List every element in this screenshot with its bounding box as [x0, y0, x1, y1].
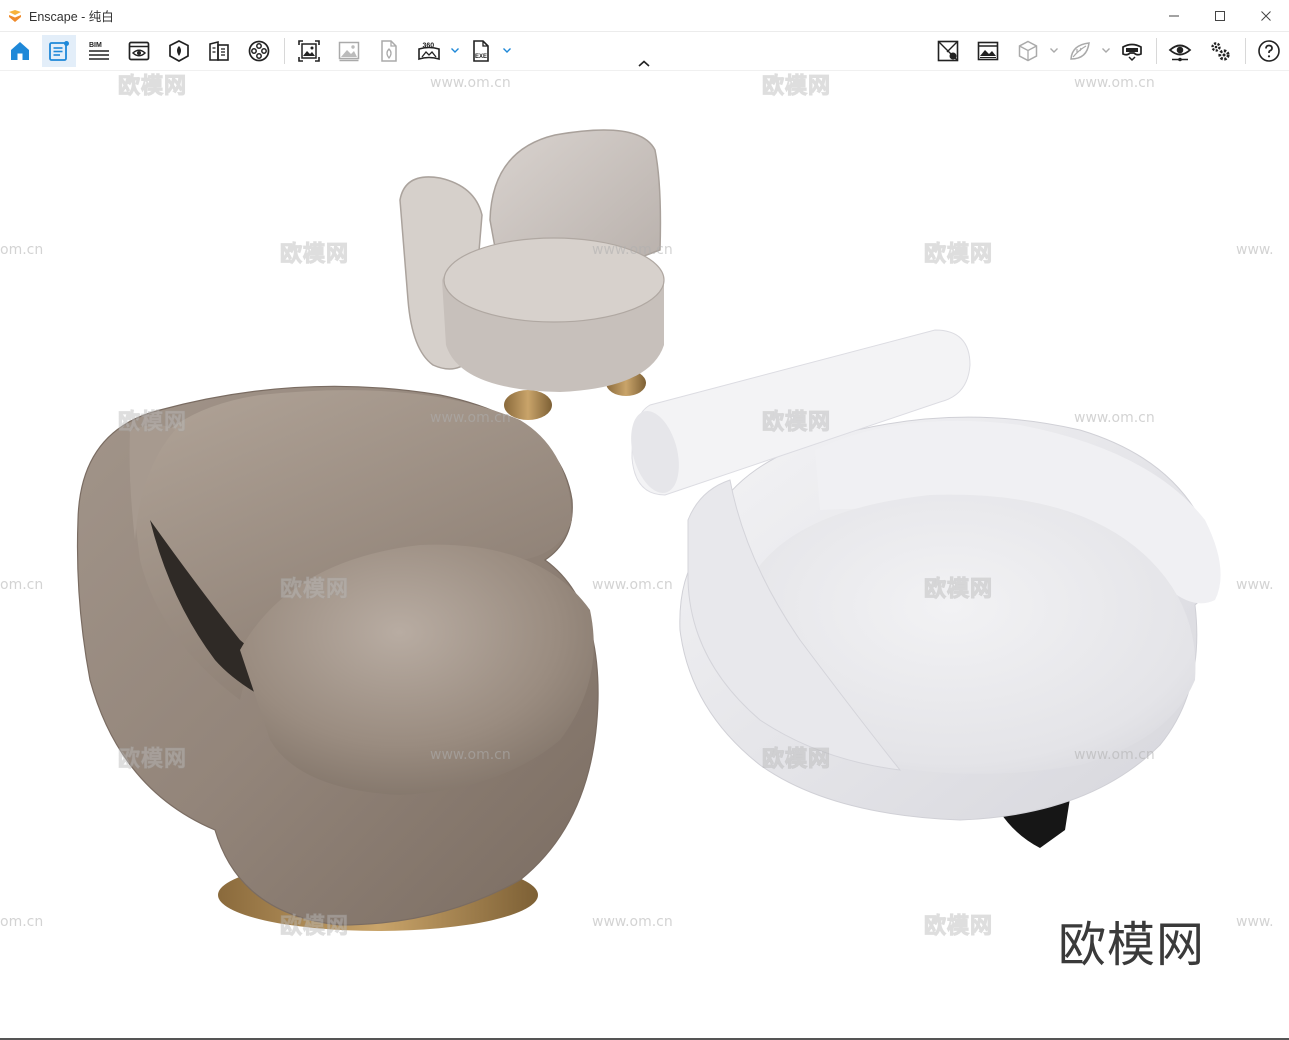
- leaf-dropdown-icon[interactable]: [1101, 45, 1111, 55]
- help-button[interactable]: [1252, 35, 1286, 67]
- watermark-text: 欧模网: [761, 410, 832, 436]
- collapse-toolbar-icon[interactable]: [636, 58, 652, 70]
- atmosphere-icon: [977, 41, 999, 61]
- project-panel-icon: [49, 41, 69, 61]
- cube-icon: [1018, 40, 1038, 62]
- minimize-button[interactable]: [1151, 0, 1197, 31]
- asset-library-icon: [169, 40, 189, 62]
- leaf-button[interactable]: [1063, 35, 1097, 67]
- watermark-url: om.cn: [0, 914, 44, 930]
- brand-watermark: 欧模网: [1058, 917, 1206, 973]
- small-lounge-chair: [399, 129, 665, 420]
- watermark-text: 欧模网: [117, 74, 188, 100]
- project-panel-button[interactable]: [42, 35, 76, 67]
- watermark-url: om.cn: [0, 577, 44, 593]
- white-bolster-chair: [631, 329, 1221, 848]
- video-editor-icon: [248, 40, 270, 62]
- watermark-url: om.cn: [0, 242, 44, 258]
- render-file-button[interactable]: [372, 35, 406, 67]
- beige-swivel-chair: [76, 385, 599, 931]
- render-image-icon: [298, 40, 320, 62]
- watermark-url: www.om.cn: [1074, 747, 1155, 763]
- watermark-url: www.om.cn: [592, 242, 673, 258]
- window-controls: [1151, 0, 1289, 31]
- help-icon: [1258, 40, 1280, 62]
- visual-settings-button[interactable]: [1163, 35, 1197, 67]
- general-settings-button[interactable]: [1203, 35, 1237, 67]
- watermark-url: www.om.cn: [1074, 75, 1155, 91]
- render-viewport[interactable]: 欧模网 www.om.cn 欧模网 www.om.cn om.cn 欧模网 ww…: [0, 71, 1289, 1039]
- watermark-url: www.: [1236, 577, 1274, 593]
- watermark-url: www.om.cn: [592, 577, 673, 593]
- views-icon: [128, 41, 150, 61]
- maximize-icon: [1215, 10, 1225, 21]
- watermark-text: 欧模网: [279, 577, 350, 603]
- atmosphere-button[interactable]: [971, 35, 1005, 67]
- batch-render-icon: [338, 41, 360, 62]
- enscape-logo-icon: [9, 9, 21, 22]
- watermark-text: 欧模网: [923, 914, 994, 940]
- toolbar-separator-help: [1245, 38, 1246, 64]
- export-dropdown-icon[interactable]: [502, 45, 512, 55]
- watermark-text: 欧模网: [279, 242, 350, 268]
- watermark-url: www.om.cn: [430, 75, 511, 91]
- panorama-dropdown-icon[interactable]: [450, 45, 460, 55]
- bim-icon: BIM: [89, 42, 109, 60]
- svg-text:EXE: EXE: [475, 54, 487, 60]
- render-image-button[interactable]: [292, 35, 326, 67]
- export-exe-icon: EXE: [473, 40, 489, 62]
- home-icon: [11, 42, 29, 60]
- panorama-button[interactable]: 360: [412, 35, 446, 67]
- watermark-url: www.: [1236, 914, 1274, 930]
- watermark-text: 欧模网: [279, 914, 350, 940]
- watermark-url: www.om.cn: [430, 747, 511, 763]
- toolbar-separator-right: [1156, 38, 1157, 64]
- leaf-icon: [1070, 42, 1090, 60]
- cube-dropdown-icon[interactable]: [1049, 45, 1059, 55]
- home-button[interactable]: [3, 35, 37, 67]
- batch-render-button[interactable]: [332, 35, 366, 67]
- general-settings-icon: [1211, 42, 1230, 61]
- views-button[interactable]: [122, 35, 156, 67]
- watermark-url: www.om.cn: [1074, 410, 1155, 426]
- render-file-icon: [381, 40, 397, 62]
- material-editor-icon: [209, 40, 229, 61]
- window-title: Enscape - 纯白: [29, 10, 114, 24]
- panorama-icon: 360: [418, 43, 440, 61]
- watermark-text: 欧模网: [117, 410, 188, 436]
- minimize-icon: [1169, 15, 1179, 16]
- export-exe-button[interactable]: EXE: [464, 35, 498, 67]
- watermark-url: www.om.cn: [592, 914, 673, 930]
- screenshot-settings-icon: [937, 40, 959, 62]
- watermark-text: 欧模网: [761, 74, 832, 100]
- watermark-text: 欧模网: [117, 747, 188, 773]
- watermark-url: www.: [1236, 242, 1274, 258]
- asset-library-button[interactable]: [162, 35, 196, 67]
- visual-settings-icon: [1168, 44, 1192, 62]
- svg-text:BIM: BIM: [89, 42, 102, 49]
- watermark-text: 欧模网: [761, 747, 832, 773]
- cube-button[interactable]: [1011, 35, 1045, 67]
- vr-headset-button[interactable]: [1115, 35, 1149, 67]
- watermark-url: www.om.cn: [430, 410, 511, 426]
- vr-headset-icon: [1122, 43, 1142, 62]
- material-editor-button[interactable]: [202, 35, 236, 67]
- toolbar-separator: [284, 38, 285, 64]
- video-editor-button[interactable]: [242, 35, 276, 67]
- maximize-button[interactable]: [1197, 0, 1243, 31]
- close-icon: [1261, 10, 1271, 21]
- title-bar: Enscape - 纯白: [0, 0, 1289, 32]
- watermark-text: 欧模网: [923, 242, 994, 268]
- screenshot-settings-button[interactable]: [931, 35, 965, 67]
- watermark-text: 欧模网: [923, 577, 994, 603]
- bim-button[interactable]: BIM: [82, 35, 116, 67]
- close-button[interactable]: [1243, 0, 1289, 31]
- scene-render: [76, 129, 1221, 931]
